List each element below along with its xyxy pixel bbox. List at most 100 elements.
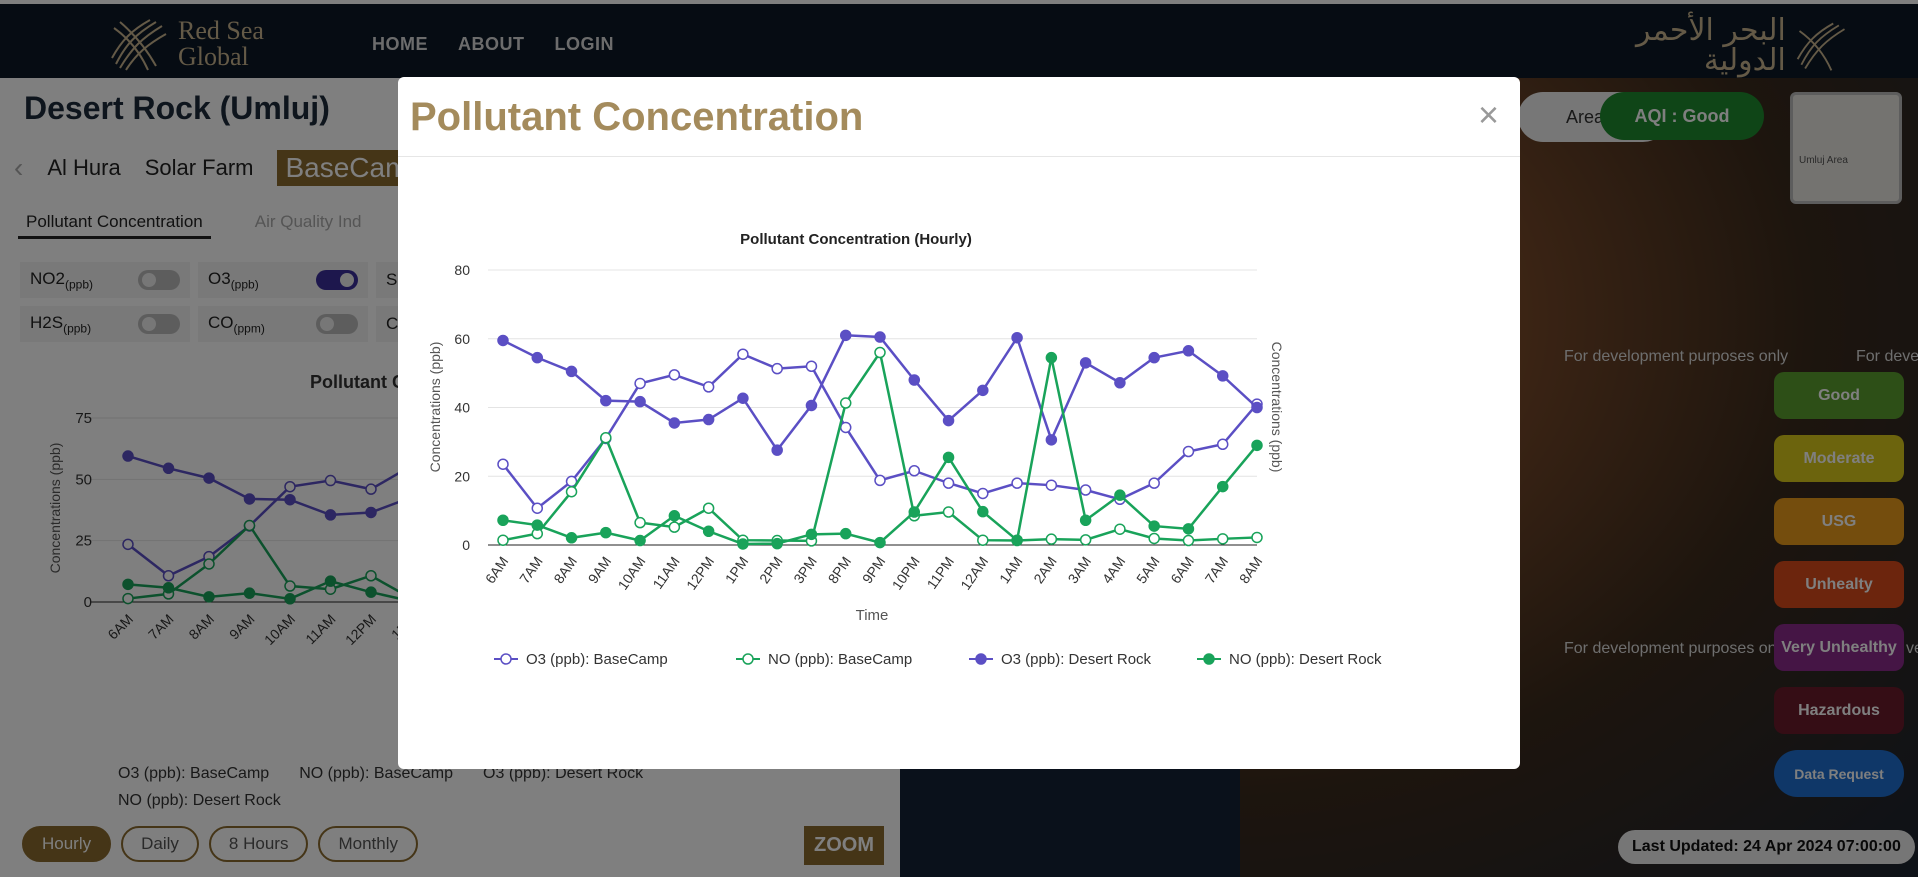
data-point	[942, 506, 955, 518]
x-tick-label: 8PM	[825, 554, 855, 587]
data-point	[634, 534, 646, 547]
modal-header: Pollutant Concentration ×	[398, 77, 1520, 157]
data-point	[1079, 484, 1092, 496]
data-point	[668, 510, 681, 522]
data-point	[1114, 523, 1126, 535]
data-point	[668, 417, 681, 429]
x-tick-label: 11PM	[924, 554, 957, 592]
data-point	[1114, 489, 1126, 501]
series-line-1	[502, 349, 1258, 543]
data-point	[977, 487, 989, 500]
data-point	[839, 397, 852, 409]
x-tick-label: 6AM	[482, 554, 512, 587]
data-point	[600, 526, 612, 539]
data-point	[874, 346, 886, 359]
data-point	[839, 527, 852, 540]
data-point	[600, 432, 612, 444]
y-tick-label: 0	[462, 537, 470, 553]
data-point	[1011, 534, 1023, 546]
data-point	[1045, 351, 1058, 364]
data-point	[565, 365, 578, 378]
data-point	[634, 377, 646, 390]
data-point	[1251, 439, 1263, 452]
data-point	[1216, 480, 1229, 493]
x-tick-label: 1PM	[722, 554, 752, 587]
x-tick-label: 12PM	[683, 554, 717, 593]
data-point	[942, 451, 955, 464]
legend-marker	[975, 653, 987, 665]
data-point	[977, 384, 989, 397]
data-point	[805, 360, 818, 372]
data-point	[874, 474, 886, 487]
legend-label: NO (ppb): Desert Rock	[1229, 651, 1382, 668]
data-point	[1182, 345, 1195, 357]
x-tick-label: 10PM	[889, 554, 923, 593]
legend-item[interactable]: O3 (ppb): BaseCamp	[494, 651, 668, 668]
legend-item[interactable]: NO (ppb): Desert Rock	[1197, 651, 1382, 668]
data-point	[771, 444, 783, 456]
data-point	[634, 395, 646, 408]
data-point	[908, 506, 921, 518]
x-tick-label: 8AM	[550, 554, 580, 587]
x-tick-label: 3PM	[790, 554, 820, 587]
data-point	[1079, 514, 1092, 526]
data-point	[1114, 377, 1126, 389]
data-point	[908, 465, 921, 477]
x-tick-label: 11AM	[649, 554, 682, 592]
x-tick-label: 5AM	[1133, 554, 1163, 587]
y-tick-label: 40	[454, 400, 470, 416]
data-point	[737, 392, 749, 404]
data-point	[668, 369, 681, 381]
x-tick-label: 7AM	[1202, 554, 1232, 587]
data-point	[702, 525, 715, 537]
data-point	[942, 414, 955, 427]
data-point	[942, 477, 955, 489]
data-point	[771, 362, 783, 375]
legend-label: NO (ppb): BaseCamp	[768, 651, 912, 668]
legend-marker	[1203, 653, 1215, 665]
data-point	[1182, 445, 1195, 458]
data-point	[1148, 477, 1160, 489]
y-axis-label: Concentrations (ppb)	[427, 342, 443, 473]
y-tick-label: 60	[454, 331, 470, 347]
data-point	[1079, 534, 1092, 546]
data-point	[805, 528, 818, 541]
data-point	[1148, 520, 1160, 532]
series-line-3	[502, 357, 1258, 546]
data-point	[497, 458, 509, 470]
data-point	[737, 538, 749, 550]
x-tick-label: 2AM	[1030, 554, 1060, 587]
x-tick-label: 8AM	[1236, 554, 1266, 587]
data-point	[668, 521, 681, 533]
x-tick-label: 10AM	[614, 554, 648, 593]
data-point	[702, 502, 715, 514]
close-icon[interactable]: ×	[1478, 97, 1499, 133]
data-point	[634, 516, 646, 529]
pollutant-line-chart: Pollutant Concentration (Hourly) 0 20 40 60 8…	[427, 231, 1382, 668]
data-point	[1045, 434, 1058, 446]
data-point	[839, 421, 852, 434]
modal-title: Pollutant Concentration	[410, 95, 864, 139]
x-tick-label: 3AM	[1064, 554, 1094, 587]
x-axis-label: Time	[856, 607, 889, 624]
data-point	[737, 348, 749, 360]
data-point	[497, 534, 509, 546]
legend-label: O3 (ppb): BaseCamp	[526, 651, 668, 668]
data-point	[702, 381, 715, 393]
x-tick-label: 2PM	[756, 554, 786, 587]
legend-marker	[742, 653, 754, 665]
data-point	[1251, 401, 1263, 414]
x-tick-label: 12AM	[957, 554, 991, 593]
data-point	[1045, 479, 1058, 491]
x-tick-label: 9AM	[585, 554, 615, 587]
data-point	[565, 485, 578, 498]
legend-item[interactable]: O3 (ppb): Desert Rock	[969, 651, 1152, 668]
data-point	[771, 537, 783, 550]
data-point	[874, 536, 886, 549]
legend-item[interactable]: NO (ppb): BaseCamp	[736, 651, 912, 668]
data-point	[531, 502, 544, 514]
data-point	[565, 532, 578, 544]
data-point	[874, 331, 886, 343]
data-point	[1011, 331, 1023, 344]
data-point	[1011, 477, 1023, 489]
